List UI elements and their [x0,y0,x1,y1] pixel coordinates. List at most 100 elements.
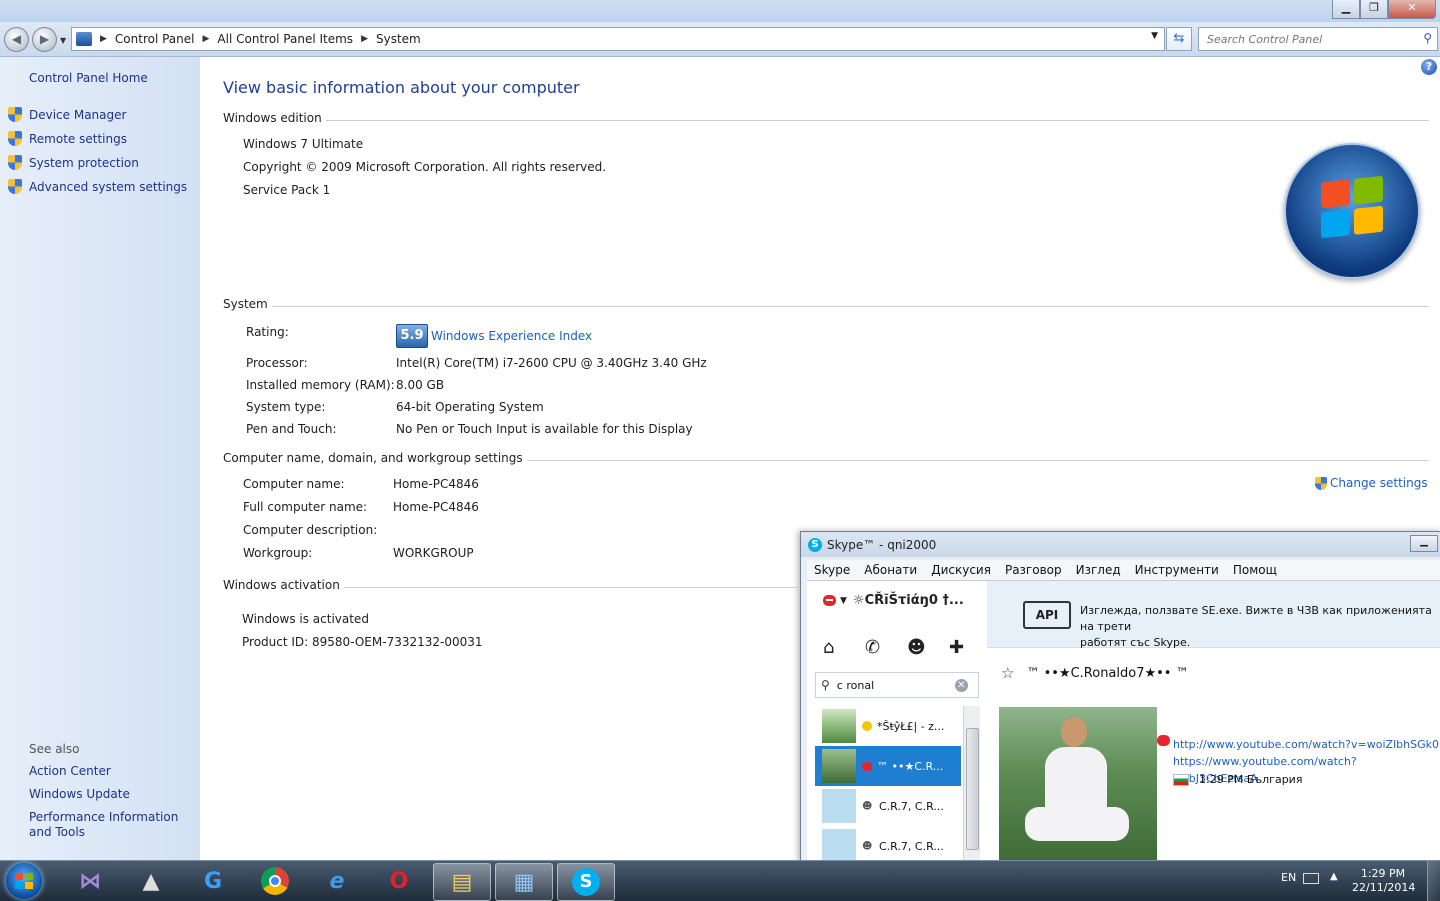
section-heading: Computer name, domain, and workgroup set… [223,451,527,465]
menu-tools[interactable]: Инструменти [1135,563,1219,577]
api-icon: API [1023,601,1071,629]
system-protection-link[interactable]: System protection [8,155,139,170]
recent-pages-dropdown[interactable]: ▼ [60,36,66,45]
photo-head [1061,717,1087,747]
group-avatar [822,789,856,823]
change-settings-link[interactable]: Change settings [1315,476,1428,490]
keyboard-icon[interactable] [1303,873,1319,884]
section-heading: Windows edition [223,111,326,125]
phone-icon[interactable]: ✆ [865,637,907,658]
system-section: System [223,297,1429,313]
help-button[interactable]: ? [1421,59,1437,75]
performance-info-link[interactable]: Performance Information and Tools [29,810,199,840]
address-dropdown-icon[interactable]: ▼ [1151,31,1158,41]
processor-label: Processor: [246,356,308,370]
contact-row[interactable]: ☻ C.R.7, C.R... [815,786,961,826]
scrollbar-thumb[interactable] [966,728,979,850]
refresh-icon: ⇆ [1173,31,1185,46]
opera-icon[interactable]: O [371,863,427,899]
page-title: View basic information about your comput… [223,78,580,97]
skype-taskbar-icon[interactable]: S [557,863,615,901]
system-clock[interactable]: 1:29 PM 22/11/2014 [1352,867,1415,895]
windows-activation-section: Windows activation [223,578,800,594]
see-also-heading: See also [29,742,80,756]
refresh-button[interactable]: ⇆ [1166,27,1192,51]
skype-user-status[interactable]: ▼ ☼CŘĭŠτiάŋ0 †... [823,593,964,608]
device-manager-link[interactable]: Device Manager [8,107,126,122]
maximize-button[interactable]: ❐ [1360,0,1388,19]
triangle-app-icon[interactable]: ▲ [123,863,179,899]
control-panel-taskbar-icon[interactable]: ▦ [495,863,553,901]
forward-button[interactable]: ▶ [32,27,57,52]
breadcrumb-system[interactable]: System [376,32,421,46]
home-icon[interactable]: ⌂ [823,637,865,658]
language-indicator[interactable]: EN [1281,871,1296,884]
contact-row[interactable]: *ŠŧŷŁ£| - z... [815,706,961,746]
menu-help[interactable]: Помощ [1233,563,1277,577]
group-avatar [822,829,856,862]
contact-name: C.R.7, C.R... [879,839,944,853]
clear-search-icon[interactable]: ✕ [954,678,968,692]
photo-legs [1025,807,1129,841]
action-center-link[interactable]: Action Center [29,764,199,779]
search-icon[interactable]: ⚲ [1423,31,1432,45]
show-desktop-button[interactable] [1427,861,1440,901]
skype-search-input[interactable] [834,677,949,693]
control-panel-home-link[interactable]: Control Panel Home [29,71,148,85]
uac-shield-icon [8,179,22,194]
windows-explorer-icon[interactable]: ▤ [433,863,491,901]
close-button[interactable]: ✕ [1388,0,1436,19]
favorite-star-icon[interactable]: ☆ [1001,664,1014,682]
menu-call[interactable]: Разговор [1005,563,1062,577]
chrome-icon[interactable] [247,863,303,899]
g-app-icon[interactable]: G [185,863,241,899]
internet-explorer-icon[interactable]: e [309,863,365,899]
breadcrumb-control-panel[interactable]: Control Panel [115,32,195,46]
skype-contact-list: *ŠŧŷŁ£| - z... ™ ••★C.R... ☻ C.R.7, C.R.… [815,706,961,862]
navigation-bar: ◀ ▶ ▼ ▶ Control Panel ▶ All Control Pane… [0,22,1440,57]
skype-conversation-pane: API Изглежда, ползвате SE.exe. Вижте в Ч… [987,581,1440,862]
skype-nav-icons: ⌂ ✆ ☻ ✚ [823,637,991,658]
full-computer-name-value: Home-PC4846 [393,500,479,514]
start-button[interactable] [6,863,42,899]
workgroup-label: Workgroup: [243,546,313,560]
menu-conversation[interactable]: Дискусия [931,563,991,577]
advanced-system-settings-link[interactable]: Advanced system settings [8,179,187,194]
conversation-title: ™ ••★C.Ronaldo7★•• ™ [1026,665,1189,681]
menu-view[interactable]: Изглед [1076,563,1121,577]
contact-row-selected[interactable]: ™ ••★C.R... [815,746,961,786]
add-contact-icon[interactable]: ✚ [949,637,991,658]
skype-window: S Skype™ - qni2000 ▁ Skype Абонати Диску… [800,531,1440,863]
show-hidden-icons-icon[interactable]: ▲ [1330,871,1338,882]
skype-minimize-button[interactable]: ▁ [1410,535,1438,552]
search-input[interactable] [1205,28,1419,50]
menu-skype[interactable]: Skype [814,563,850,577]
windows-update-link[interactable]: Windows Update [29,787,199,802]
remote-settings-link[interactable]: Remote settings [8,131,127,146]
search-box[interactable]: ⚲ [1198,27,1438,51]
windows-experience-index-link[interactable]: Windows Experience Index [431,329,592,343]
back-button[interactable]: ◀ [4,27,29,52]
contact-list-scrollbar[interactable] [963,706,980,862]
breadcrumb-all-items[interactable]: All Control Panel Items [217,32,353,46]
minimize-button[interactable]: ▁ [1332,0,1360,19]
menu-contacts[interactable]: Абонати [864,563,917,577]
change-settings-label: Change settings [1330,476,1428,490]
visual-studio-icon[interactable]: ⋈ [62,863,118,899]
breadcrumb-arrow-icon[interactable]: ▶ [100,34,107,44]
contact-row[interactable]: ☻ C.R.7, C.R... [815,826,961,862]
contact-name: ™ ••★C.R... [877,759,944,773]
skype-search-box[interactable]: ⚲ ✕ [815,672,979,698]
task-label: Device Manager [29,107,127,122]
breadcrumb-arrow-icon[interactable]: ▶ [203,34,210,44]
youtube-link-1[interactable]: http://www.youtube.com/watch?v=woiZlbhSG… [1173,736,1440,753]
task-label: Remote settings [29,131,127,146]
time-country: 1:29 PM България [1199,773,1303,786]
contact-local-time: 1:29 PM България [1173,773,1302,786]
breadcrumb-arrow-icon[interactable]: ▶ [361,34,368,44]
address-bar[interactable]: ▶ Control Panel ▶ All Control Panel Item… [71,27,1165,51]
help-icon: ? [1425,60,1433,73]
group-icon[interactable]: ☻ [907,637,949,658]
product-id: Product ID: 89580-OEM-7332132-00031 [242,635,483,649]
group-icon: ☻ [862,800,873,812]
